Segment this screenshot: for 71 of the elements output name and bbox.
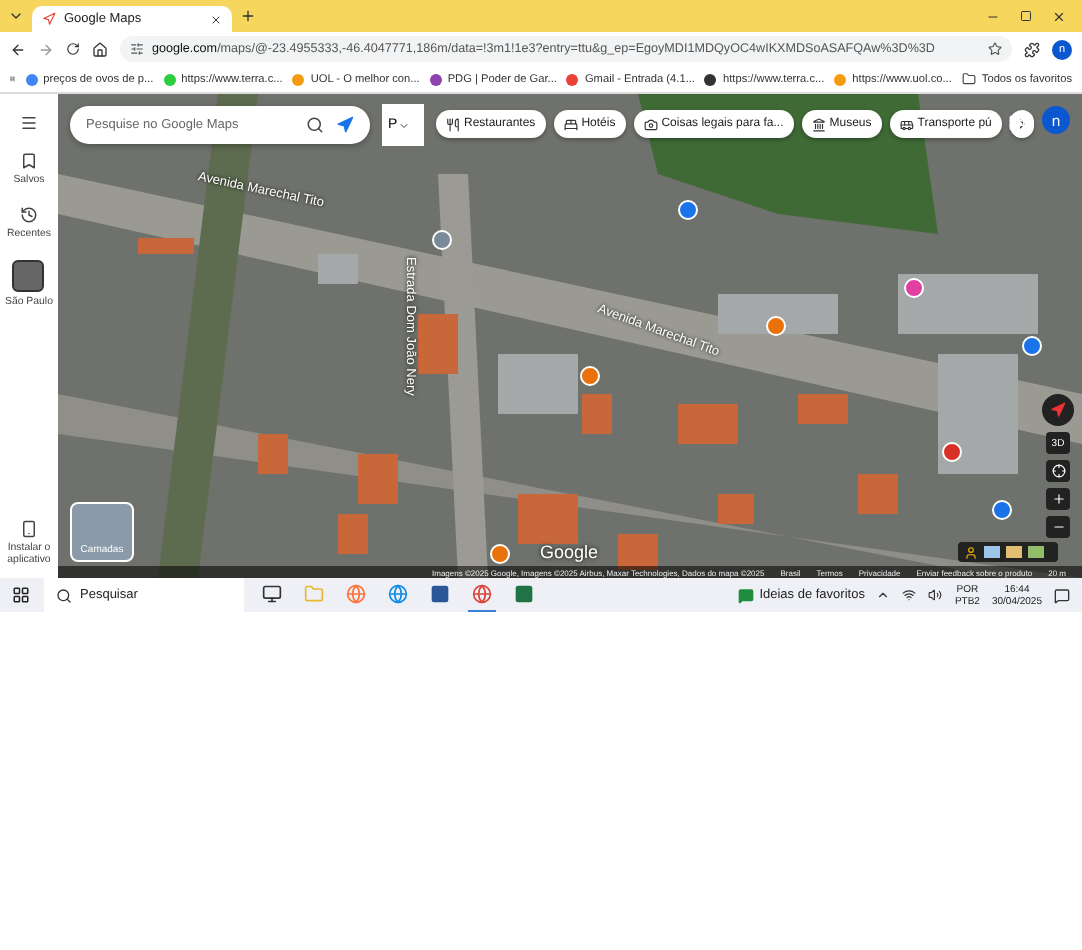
tab-list-icon[interactable] bbox=[8, 8, 24, 24]
map-pin-icon bbox=[42, 12, 56, 26]
phone-icon bbox=[20, 520, 38, 538]
building-roof bbox=[798, 394, 848, 424]
building-roof bbox=[618, 534, 658, 570]
pegman-icon bbox=[964, 545, 978, 559]
building-roof bbox=[418, 314, 458, 374]
camera-icon bbox=[643, 117, 658, 131]
bookmark-icon bbox=[19, 152, 38, 170]
building-roof bbox=[718, 294, 838, 334]
building-roof bbox=[358, 454, 398, 504]
globe-icon bbox=[346, 584, 366, 604]
zoom-in-button[interactable] bbox=[1046, 488, 1070, 510]
folder-icon bbox=[961, 72, 976, 86]
directions-icon[interactable] bbox=[336, 116, 354, 134]
building-roof bbox=[858, 474, 898, 514]
restore-icon[interactable] bbox=[1020, 10, 1032, 22]
window-icon bbox=[262, 584, 282, 604]
minus-icon bbox=[1051, 520, 1065, 534]
street-view-bar[interactable] bbox=[958, 542, 1058, 562]
forward-icon[interactable] bbox=[38, 41, 54, 57]
start-icon[interactable] bbox=[12, 586, 30, 604]
new-tab-icon[interactable] bbox=[240, 8, 256, 24]
folder-icon bbox=[304, 584, 324, 604]
satellite-map[interactable] bbox=[58, 94, 1082, 578]
building-roof bbox=[498, 354, 578, 414]
network-icon[interactable] bbox=[902, 588, 917, 602]
caret-icon bbox=[397, 119, 410, 131]
search-icon[interactable] bbox=[306, 116, 324, 134]
crosshair-icon bbox=[1051, 464, 1065, 478]
extensions-icon[interactable] bbox=[1024, 41, 1040, 57]
google-logo: Google bbox=[540, 542, 599, 562]
building-roof bbox=[138, 238, 194, 254]
plus-icon bbox=[1051, 492, 1065, 506]
volume-icon[interactable] bbox=[928, 588, 943, 602]
document-icon bbox=[430, 584, 450, 604]
building-icon bbox=[811, 117, 826, 131]
spreadsheet-icon bbox=[514, 584, 534, 604]
back-icon[interactable] bbox=[10, 41, 26, 57]
location-button[interactable] bbox=[1046, 460, 1070, 482]
building-roof bbox=[718, 494, 754, 524]
building-roof bbox=[898, 274, 1038, 334]
tray-chevron-icon[interactable] bbox=[876, 588, 891, 602]
fork-knife-icon bbox=[446, 117, 460, 131]
bed-icon bbox=[563, 117, 578, 131]
zoom-out-button[interactable] bbox=[1046, 516, 1070, 538]
star-icon[interactable] bbox=[988, 42, 1002, 56]
home-icon[interactable] bbox=[92, 41, 108, 57]
building-roof bbox=[258, 434, 288, 474]
history-icon bbox=[19, 206, 38, 224]
globe-icon bbox=[472, 584, 492, 604]
building-roof bbox=[678, 404, 738, 444]
place-thumbnail bbox=[12, 260, 45, 292]
search-icon bbox=[56, 587, 72, 603]
site-settings-icon bbox=[130, 42, 144, 56]
building-roof bbox=[518, 494, 578, 544]
widget-icon bbox=[737, 587, 754, 603]
close-icon[interactable] bbox=[1052, 9, 1066, 23]
globe-icon bbox=[388, 584, 408, 604]
apps-icon[interactable] bbox=[10, 72, 16, 86]
apps-grid-icon[interactable] bbox=[1008, 114, 1026, 132]
building-roof bbox=[582, 394, 612, 434]
building-roof bbox=[318, 254, 358, 284]
bus-icon bbox=[899, 117, 914, 131]
building-roof bbox=[338, 514, 368, 554]
reload-icon[interactable] bbox=[66, 42, 80, 56]
close-icon[interactable] bbox=[210, 13, 222, 25]
menu-icon[interactable] bbox=[20, 114, 38, 132]
notifications-icon[interactable] bbox=[1054, 587, 1070, 603]
arrow-icon bbox=[1050, 402, 1066, 418]
building-roof bbox=[938, 354, 1018, 474]
